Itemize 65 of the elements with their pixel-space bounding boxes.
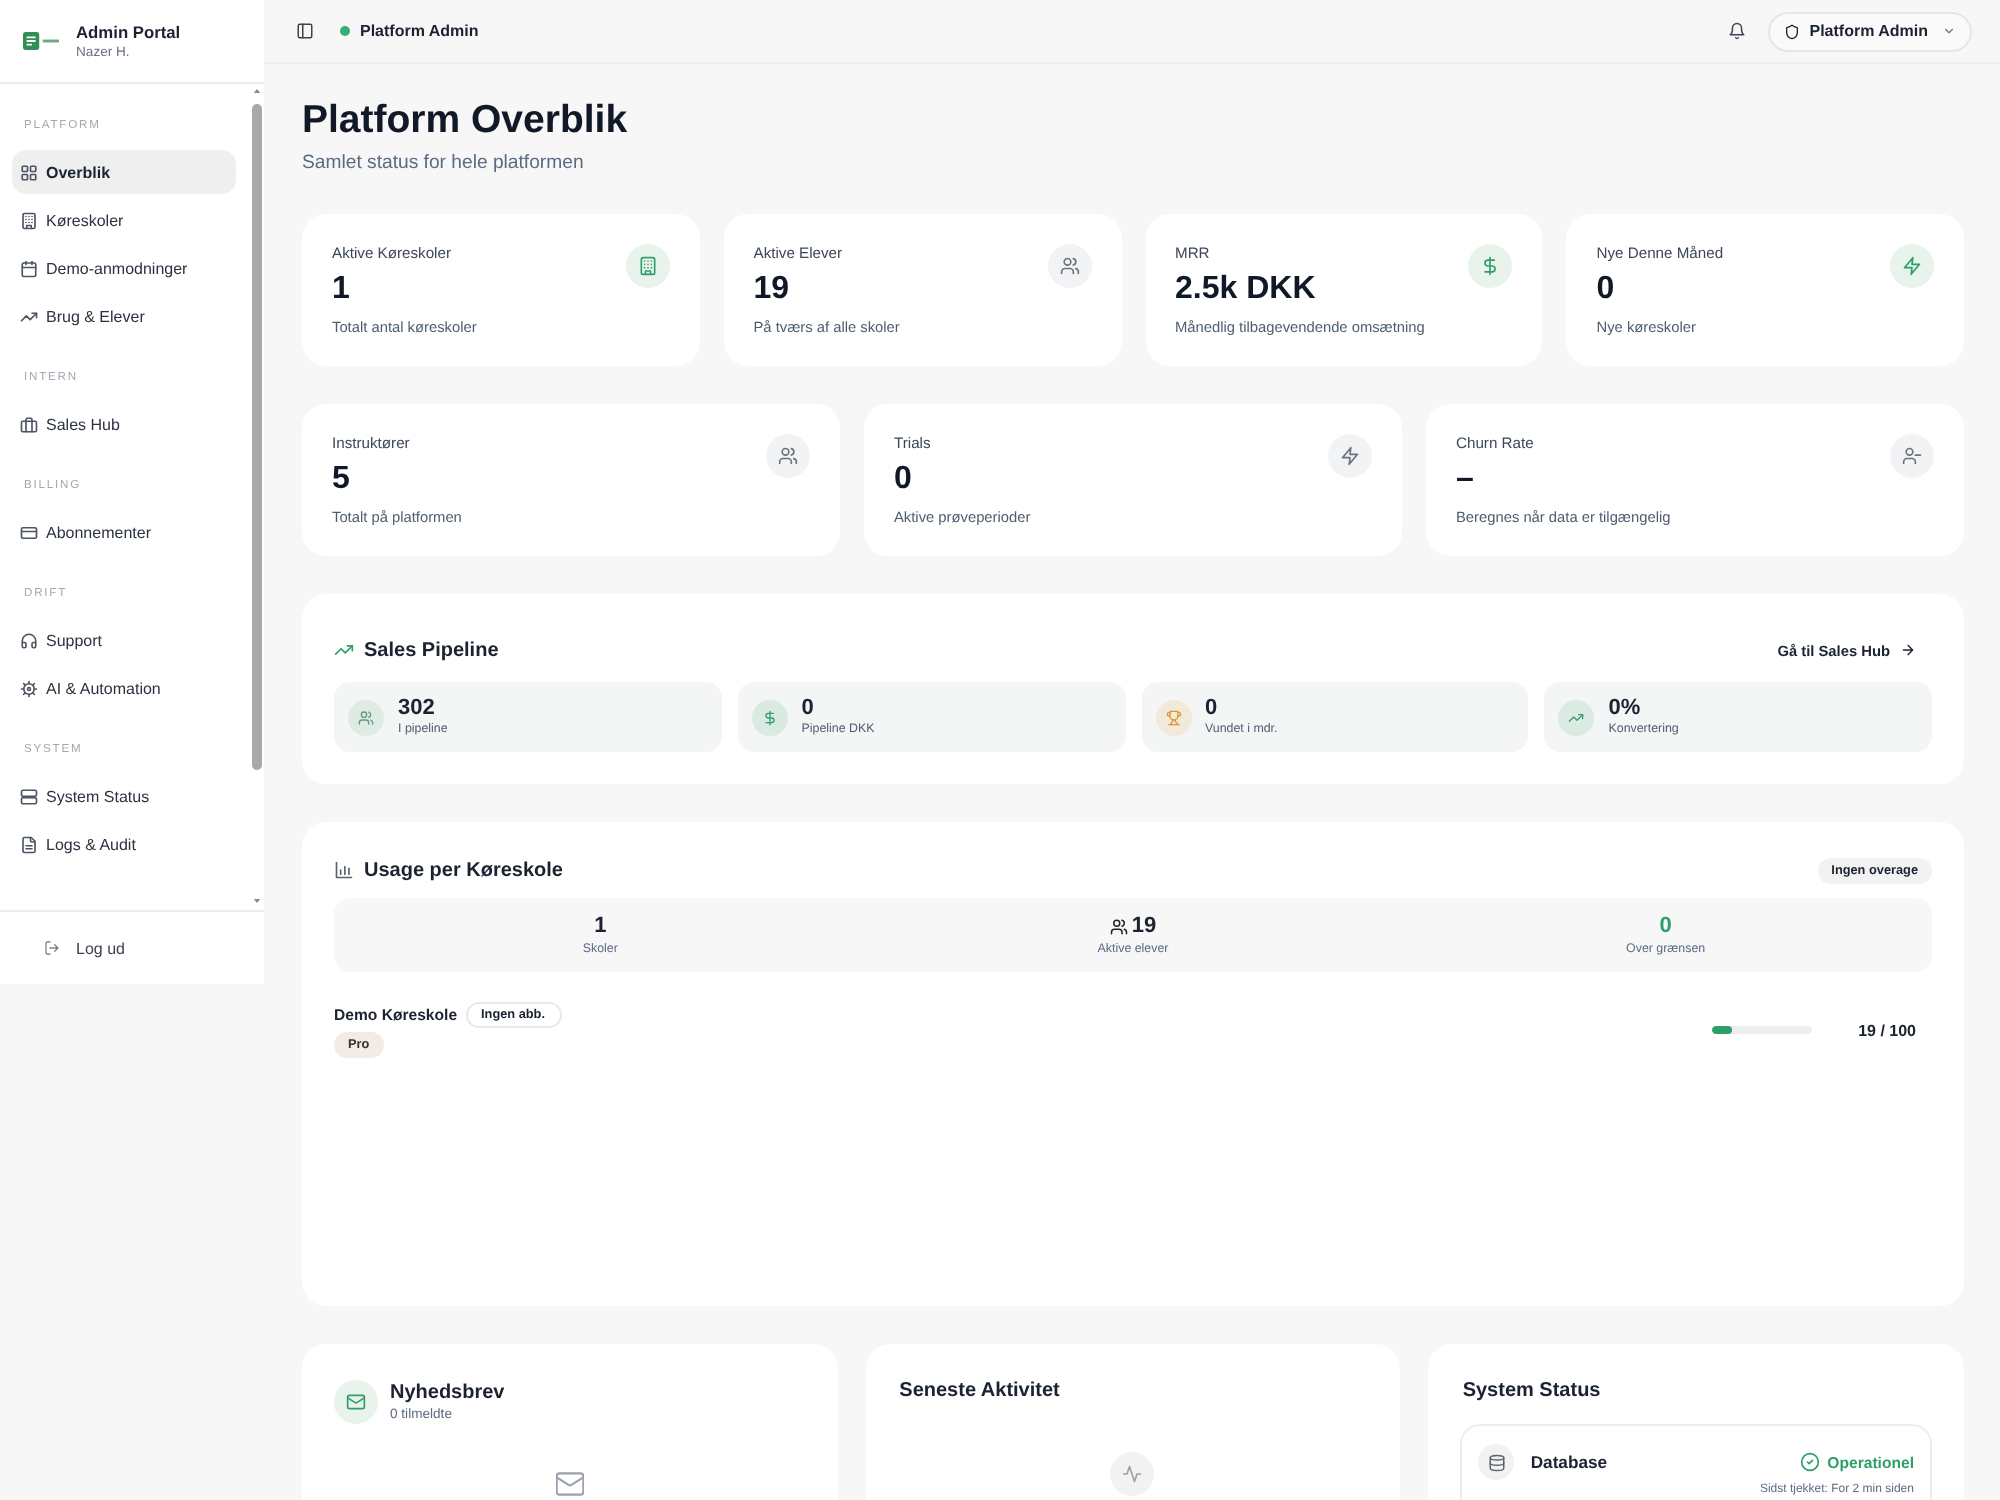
metric-value: 0 bbox=[801, 696, 816, 722]
service-name: Database bbox=[1530, 1452, 1608, 1472]
scroll-up-icon[interactable] bbox=[251, 86, 261, 96]
mail-icon bbox=[334, 1380, 378, 1424]
stat-value: 0 bbox=[894, 460, 914, 500]
cog-icon bbox=[20, 679, 38, 697]
nav-item[interactable]: System Status bbox=[12, 774, 236, 818]
scrollbar-thumb[interactable] bbox=[251, 104, 261, 770]
metric-value: 302 bbox=[398, 696, 437, 722]
usage-reading: 19 / 100 bbox=[1858, 1021, 1916, 1039]
summary-value: 0 bbox=[1659, 913, 1672, 939]
database-icon bbox=[1478, 1444, 1515, 1480]
portal-title: Admin Portal bbox=[76, 21, 181, 41]
headphones-icon bbox=[20, 631, 38, 649]
server-icon bbox=[20, 787, 38, 805]
nav-item[interactable]: Køreskoler bbox=[12, 198, 236, 242]
nav-item[interactable]: Logs & Audit bbox=[12, 822, 236, 866]
card-title: Seneste Aktivitet bbox=[897, 1380, 1062, 1404]
card-title: System Status bbox=[1460, 1380, 1603, 1404]
metric-value: 0 bbox=[1205, 696, 1220, 722]
nav-item[interactable]: Support bbox=[12, 618, 236, 662]
page-subtitle: Samlet status for hele platformen bbox=[302, 152, 586, 176]
scroll-down-icon[interactable] bbox=[251, 896, 261, 906]
stat-value: 5 bbox=[332, 460, 352, 500]
stat-value: – bbox=[1456, 460, 1476, 500]
activity-icon bbox=[1110, 1452, 1155, 1496]
trend-up-icon bbox=[20, 307, 38, 325]
summary-value: 1 bbox=[594, 913, 607, 939]
arrow-right-icon bbox=[1900, 642, 1916, 658]
nav-item[interactable]: Demo-anmodninger bbox=[12, 246, 236, 290]
nav-item[interactable]: Brug & Elever bbox=[12, 294, 236, 338]
trend-up-icon bbox=[334, 640, 354, 660]
page-title: Platform Overblik bbox=[302, 96, 630, 144]
nav-item[interactable]: Overblik bbox=[12, 150, 236, 194]
nav-item[interactable]: Abonnementer bbox=[12, 510, 236, 554]
stat-value: 19 bbox=[753, 270, 792, 310]
nav-item[interactable]: Sales Hub bbox=[12, 402, 236, 446]
card-title: Nyhedsbrev bbox=[390, 1381, 505, 1405]
stat-value: 1 bbox=[332, 270, 352, 310]
section-title: Usage per Køreskole bbox=[364, 859, 563, 881]
stat-value: 2.5k DKK bbox=[1175, 270, 1318, 310]
document-icon bbox=[20, 835, 38, 853]
role-label: Platform Admin bbox=[360, 22, 479, 40]
briefcase-icon bbox=[20, 415, 38, 433]
stat-value: 0 bbox=[1596, 270, 1617, 310]
section-title: Sales Pipeline bbox=[364, 639, 499, 661]
grid-icon bbox=[20, 163, 38, 181]
shield-icon bbox=[1783, 23, 1800, 39]
building-icon bbox=[20, 211, 38, 229]
logout-icon bbox=[44, 940, 60, 956]
calendar-icon bbox=[20, 259, 38, 277]
logo-icon bbox=[22, 32, 60, 50]
notification-bell-icon[interactable] bbox=[1727, 22, 1746, 40]
metric-value: 0% bbox=[1608, 696, 1643, 722]
logout-link[interactable]: Log ud bbox=[40, 933, 129, 963]
account-menu-button[interactable]: Platform Admin bbox=[1767, 11, 1972, 51]
users-icon bbox=[1109, 917, 1128, 935]
summary-value: 19 bbox=[1131, 913, 1157, 939]
mail-icon bbox=[555, 1472, 584, 1496]
check-circle-icon bbox=[1799, 1452, 1820, 1472]
bar-chart-icon bbox=[334, 860, 354, 880]
sidebar-toggle-icon[interactable] bbox=[296, 22, 314, 40]
chevron-down-icon bbox=[1942, 24, 1956, 38]
nav-item[interactable]: AI & Automation bbox=[12, 666, 236, 710]
credit-card-icon bbox=[20, 523, 38, 541]
